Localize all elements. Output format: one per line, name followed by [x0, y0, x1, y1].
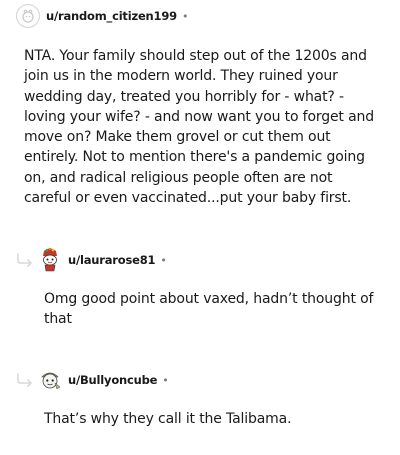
separator-dot: •	[162, 373, 169, 387]
reply-arrow-icon	[17, 253, 32, 267]
comment-body: That’s why they call it the Talibama.	[44, 411, 292, 427]
comment-header: u/random_citizen199 •	[16, 4, 400, 28]
comment-header: u/Bullyoncube •	[38, 368, 169, 392]
snoo-avatar-icon[interactable]	[38, 368, 62, 392]
snoo-avatar-icon[interactable]	[38, 247, 62, 272]
default-snoo-avatar-icon[interactable]	[16, 4, 40, 28]
separator-dot: •	[181, 9, 189, 23]
comment-author[interactable]: u/random_citizen199	[46, 9, 177, 23]
separator-dot: •	[160, 253, 167, 267]
comment-body: NTA. Your family should step out of the …	[24, 48, 374, 207]
comment-header: u/laurarose81 •	[38, 247, 167, 272]
comment-author[interactable]: u/Bullyoncube	[68, 373, 157, 387]
comment-author[interactable]: u/laurarose81	[68, 253, 156, 267]
reply-arrow-icon	[17, 373, 32, 387]
comment: u/random_citizen199 • NTA. Your family s…	[0, 4, 400, 206]
comment-body: Omg good point about vaxed, hadn’t thoug…	[44, 291, 374, 328]
